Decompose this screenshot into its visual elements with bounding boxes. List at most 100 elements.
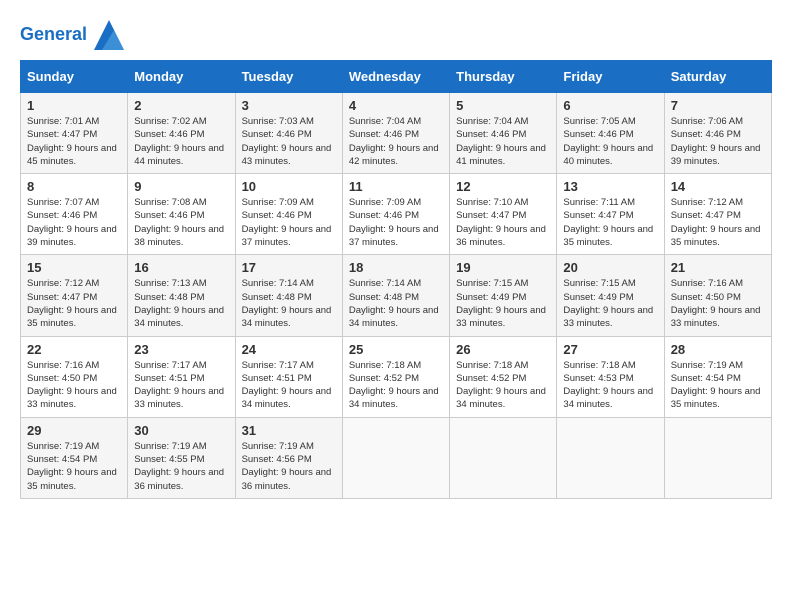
day-number: 4 (349, 98, 443, 113)
day-info: Sunrise: 7:09 AMSunset: 4:46 PMDaylight:… (242, 196, 336, 249)
weekday-header-wednesday: Wednesday (342, 61, 449, 93)
day-number: 19 (456, 260, 550, 275)
day-info: Sunrise: 7:19 AMSunset: 4:54 PMDaylight:… (671, 359, 765, 412)
day-info: Sunrise: 7:19 AMSunset: 4:55 PMDaylight:… (134, 440, 228, 493)
week-row-1: 1 Sunrise: 7:01 AMSunset: 4:47 PMDaylight… (21, 93, 772, 174)
day-info: Sunrise: 7:18 AMSunset: 4:53 PMDaylight:… (563, 359, 657, 412)
day-number: 14 (671, 179, 765, 194)
calendar-cell: 20 Sunrise: 7:15 AMSunset: 4:49 PMDayligh… (557, 255, 664, 336)
day-info: Sunrise: 7:06 AMSunset: 4:46 PMDaylight:… (671, 115, 765, 168)
calendar-cell: 30 Sunrise: 7:19 AMSunset: 4:55 PMDayligh… (128, 417, 235, 498)
week-row-3: 15Sunrise: 7:12 AMSunset: 4:47 PMDayligh… (21, 255, 772, 336)
day-info: Sunrise: 7:15 AMSunset: 4:49 PMDaylight:… (563, 277, 657, 330)
calendar-cell: 26 Sunrise: 7:18 AMSunset: 4:52 PMDayligh… (450, 336, 557, 417)
calendar-cell (557, 417, 664, 498)
week-row-2: 8 Sunrise: 7:07 AMSunset: 4:46 PMDaylight… (21, 174, 772, 255)
day-number: 16 (134, 260, 228, 275)
calendar-cell (342, 417, 449, 498)
weekday-header-sunday: Sunday (21, 61, 128, 93)
day-info: Sunrise: 7:19 AMSunset: 4:56 PMDaylight:… (242, 440, 336, 493)
calendar-cell: 24 Sunrise: 7:17 AMSunset: 4:51 PMDayligh… (235, 336, 342, 417)
day-number: 13 (563, 179, 657, 194)
day-number: 2 (134, 98, 228, 113)
calendar-cell: 10 Sunrise: 7:09 AMSunset: 4:46 PMDayligh… (235, 174, 342, 255)
day-number: 22 (27, 342, 121, 357)
day-info: Sunrise: 7:12 AMSunset: 4:47 PMDaylight:… (671, 196, 765, 249)
day-info: Sunrise: 7:18 AMSunset: 4:52 PMDaylight:… (456, 359, 550, 412)
day-number: 30 (134, 423, 228, 438)
day-info: Sunrise: 7:08 AMSunset: 4:46 PMDaylight:… (134, 196, 228, 249)
calendar-cell: 23 Sunrise: 7:17 AMSunset: 4:51 PMDayligh… (128, 336, 235, 417)
day-info: Sunrise: 7:12 AMSunset: 4:47 PMDaylight:… (27, 277, 121, 330)
day-number: 28 (671, 342, 765, 357)
weekday-header-monday: Monday (128, 61, 235, 93)
day-info: Sunrise: 7:07 AMSunset: 4:46 PMDaylight:… (27, 196, 121, 249)
calendar-cell: 2Sunrise: 7:02 AMSunset: 4:46 PMDaylight… (128, 93, 235, 174)
day-number: 1 (27, 98, 121, 113)
day-info: Sunrise: 7:10 AMSunset: 4:47 PMDaylight:… (456, 196, 550, 249)
day-info: Sunrise: 7:15 AMSunset: 4:49 PMDaylight:… (456, 277, 550, 330)
day-info: Sunrise: 7:14 AMSunset: 4:48 PMDaylight:… (242, 277, 336, 330)
weekday-header-friday: Friday (557, 61, 664, 93)
day-number: 6 (563, 98, 657, 113)
calendar-cell: 21Sunrise: 7:16 AMSunset: 4:50 PMDayligh… (664, 255, 771, 336)
weekday-header-saturday: Saturday (664, 61, 771, 93)
calendar-cell: 9 Sunrise: 7:08 AMSunset: 4:46 PMDaylight… (128, 174, 235, 255)
calendar-cell: 15Sunrise: 7:12 AMSunset: 4:47 PMDayligh… (21, 255, 128, 336)
day-info: Sunrise: 7:17 AMSunset: 4:51 PMDaylight:… (242, 359, 336, 412)
day-number: 17 (242, 260, 336, 275)
calendar-cell: 31 Sunrise: 7:19 AMSunset: 4:56 PMDayligh… (235, 417, 342, 498)
calendar-cell: 29Sunrise: 7:19 AMSunset: 4:54 PMDayligh… (21, 417, 128, 498)
day-number: 7 (671, 98, 765, 113)
day-info: Sunrise: 7:16 AMSunset: 4:50 PMDaylight:… (671, 277, 765, 330)
day-number: 3 (242, 98, 336, 113)
calendar-cell: 22 Sunrise: 7:16 AMSunset: 4:50 PMDayligh… (21, 336, 128, 417)
day-number: 24 (242, 342, 336, 357)
day-number: 10 (242, 179, 336, 194)
day-info: Sunrise: 7:03 AMSunset: 4:46 PMDaylight:… (242, 115, 336, 168)
calendar-cell: 17 Sunrise: 7:14 AMSunset: 4:48 PMDayligh… (235, 255, 342, 336)
day-info: Sunrise: 7:13 AMSunset: 4:48 PMDaylight:… (134, 277, 228, 330)
day-number: 27 (563, 342, 657, 357)
calendar-cell: 16 Sunrise: 7:13 AMSunset: 4:48 PMDayligh… (128, 255, 235, 336)
day-info: Sunrise: 7:01 AMSunset: 4:47 PMDaylight:… (27, 115, 121, 168)
weekday-header-tuesday: Tuesday (235, 61, 342, 93)
day-number: 20 (563, 260, 657, 275)
calendar-cell: 14 Sunrise: 7:12 AMSunset: 4:47 PMDayligh… (664, 174, 771, 255)
day-info: Sunrise: 7:17 AMSunset: 4:51 PMDaylight:… (134, 359, 228, 412)
day-info: Sunrise: 7:11 AMSunset: 4:47 PMDaylight:… (563, 196, 657, 249)
weekday-header-thursday: Thursday (450, 61, 557, 93)
day-number: 9 (134, 179, 228, 194)
calendar-cell: 18Sunrise: 7:14 AMSunset: 4:48 PMDayligh… (342, 255, 449, 336)
calendar-cell: 3 Sunrise: 7:03 AMSunset: 4:46 PMDaylight… (235, 93, 342, 174)
calendar-cell: 4 Sunrise: 7:04 AMSunset: 4:46 PMDaylight… (342, 93, 449, 174)
calendar-cell: 11Sunrise: 7:09 AMSunset: 4:46 PMDayligh… (342, 174, 449, 255)
calendar-table: SundayMondayTuesdayWednesdayThursdayFrid… (20, 60, 772, 499)
calendar-cell: 19 Sunrise: 7:15 AMSunset: 4:49 PMDayligh… (450, 255, 557, 336)
day-number: 18 (349, 260, 443, 275)
day-info: Sunrise: 7:16 AMSunset: 4:50 PMDaylight:… (27, 359, 121, 412)
calendar-cell (664, 417, 771, 498)
calendar-cell: 1 Sunrise: 7:01 AMSunset: 4:47 PMDaylight… (21, 93, 128, 174)
calendar-cell: 28 Sunrise: 7:19 AMSunset: 4:54 PMDayligh… (664, 336, 771, 417)
day-number: 26 (456, 342, 550, 357)
calendar-cell: 6Sunrise: 7:05 AMSunset: 4:46 PMDaylight… (557, 93, 664, 174)
day-number: 31 (242, 423, 336, 438)
calendar-cell (450, 417, 557, 498)
day-info: Sunrise: 7:04 AMSunset: 4:46 PMDaylight:… (349, 115, 443, 168)
week-row-5: 29Sunrise: 7:19 AMSunset: 4:54 PMDayligh… (21, 417, 772, 498)
calendar-cell: 12 Sunrise: 7:10 AMSunset: 4:47 PMDayligh… (450, 174, 557, 255)
day-number: 12 (456, 179, 550, 194)
day-number: 11 (349, 179, 443, 194)
calendar-cell: 13 Sunrise: 7:11 AMSunset: 4:47 PMDayligh… (557, 174, 664, 255)
day-number: 25 (349, 342, 443, 357)
day-number: 8 (27, 179, 121, 194)
day-number: 29 (27, 423, 121, 438)
calendar-cell: 25Sunrise: 7:18 AMSunset: 4:52 PMDayligh… (342, 336, 449, 417)
logo: General (20, 20, 124, 50)
calendar-cell: 8 Sunrise: 7:07 AMSunset: 4:46 PMDaylight… (21, 174, 128, 255)
day-number: 23 (134, 342, 228, 357)
logo-icon (94, 20, 124, 50)
day-number: 5 (456, 98, 550, 113)
calendar-cell: 5Sunrise: 7:04 AMSunset: 4:46 PMDaylight… (450, 93, 557, 174)
